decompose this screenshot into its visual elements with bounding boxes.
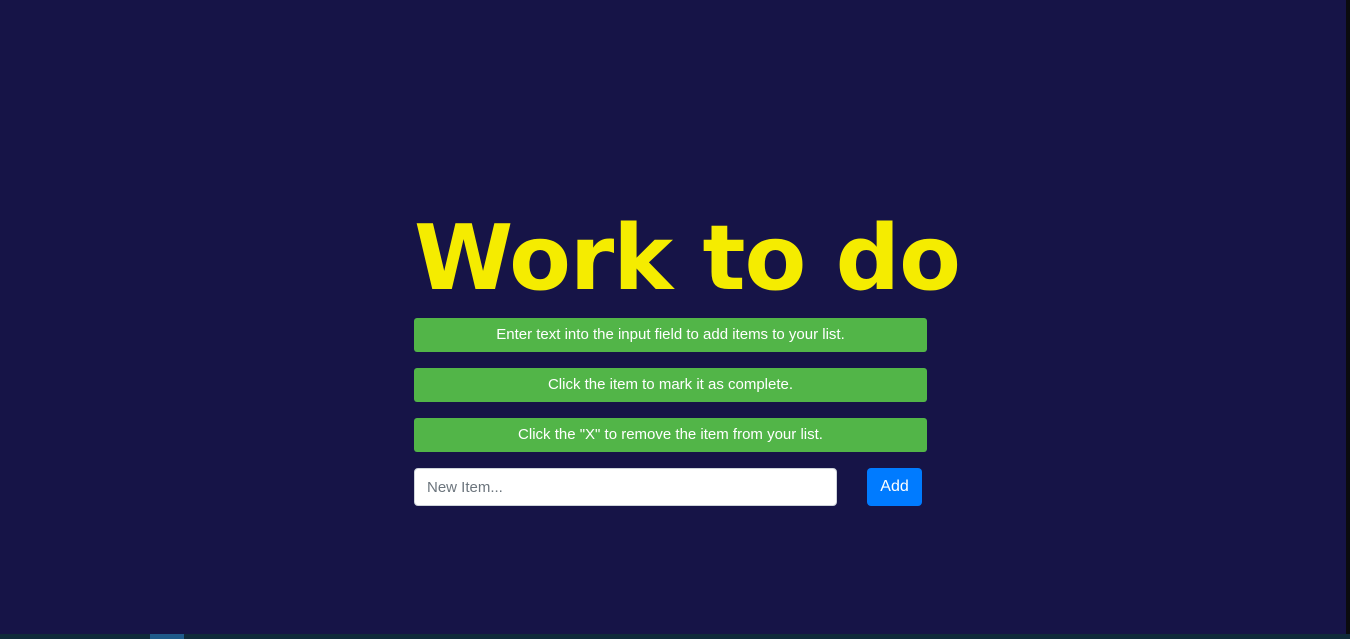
- instruction-add: Enter text into the input field to add i…: [414, 318, 927, 352]
- taskbar-highlight: [150, 634, 184, 639]
- todo-container: Work to do Enter text into the input fie…: [414, 205, 961, 506]
- add-item-form: Add: [414, 468, 927, 506]
- new-item-input[interactable]: [414, 468, 837, 506]
- page: Work to do Enter text into the input fie…: [0, 0, 1350, 639]
- instruction-complete: Click the item to mark it as complete.: [414, 368, 927, 402]
- window-right-edge: [1346, 0, 1350, 639]
- taskbar-edge: [0, 634, 1350, 639]
- add-button[interactable]: Add: [867, 468, 922, 506]
- instruction-remove: Click the "X" to remove the item from yo…: [414, 418, 927, 452]
- page-title: Work to do: [414, 206, 961, 311]
